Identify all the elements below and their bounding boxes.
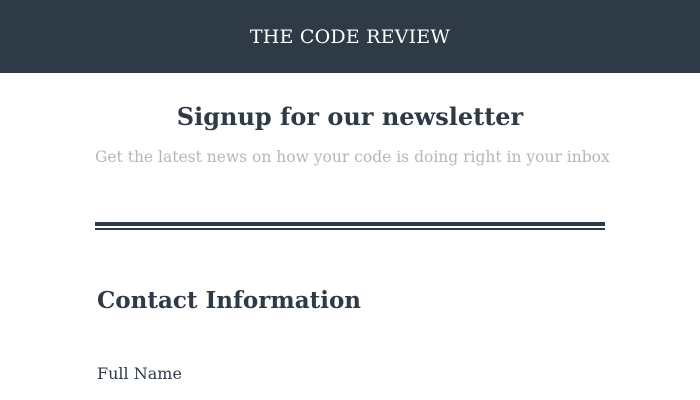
- newsletter-signup-page: Signup for our newsletter Get the latest…: [95, 73, 610, 384]
- section-divider: [95, 222, 605, 230]
- contact-information-title: Contact Information: [97, 287, 362, 314]
- newsletter-title: Signup for our newsletter: [176, 102, 524, 131]
- brand-title: THE CODE REVIEW: [249, 26, 451, 48]
- contact-information-section: Contact Information Full Name: [95, 286, 605, 384]
- site-header: THE CODE REVIEW: [0, 0, 700, 73]
- newsletter-subtitle: Get the latest news on how your code is …: [95, 148, 610, 166]
- full-name-label: Full Name: [97, 364, 182, 383]
